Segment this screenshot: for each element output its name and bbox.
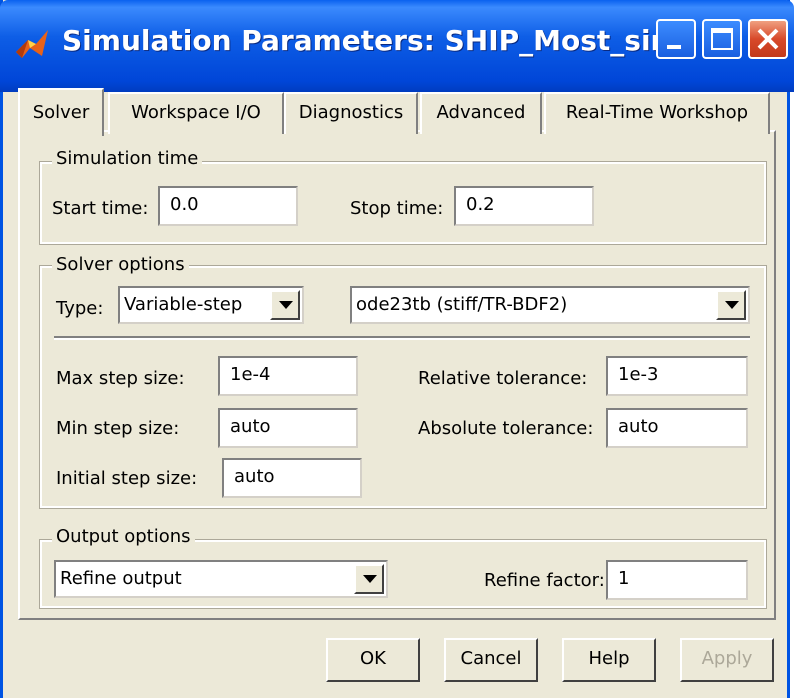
- solver-options-legend: Solver options: [52, 254, 189, 275]
- relative-tolerance-label: Relative tolerance:: [418, 368, 588, 389]
- min-step-label: Min step size:: [56, 418, 180, 439]
- matlab-icon: [16, 30, 48, 58]
- tab-solver[interactable]: Solver: [18, 88, 104, 136]
- maximize-button[interactable]: [702, 19, 742, 59]
- type-label: Type:: [56, 298, 104, 319]
- refine-factor-label: Refine factor:: [484, 570, 605, 591]
- stop-time-label: Stop time:: [350, 198, 444, 219]
- solver-dropdown-button[interactable]: [716, 290, 746, 320]
- window-title: Simulation Parameters: SHIP_Most_sim: [62, 24, 680, 57]
- cancel-button[interactable]: Cancel: [444, 638, 538, 682]
- output-options-value: Refine output: [60, 568, 182, 589]
- title-bar[interactable]: Simulation Parameters: SHIP_Most_sim: [0, 0, 794, 92]
- chevron-down-icon: [279, 301, 293, 309]
- output-options-dropdown-button[interactable]: [354, 564, 384, 594]
- solver-type-value: Variable-step: [124, 294, 243, 315]
- max-step-input[interactable]: 1e-4: [218, 356, 358, 396]
- apply-button[interactable]: Apply: [680, 638, 774, 682]
- minimize-icon: [667, 45, 681, 49]
- solver-select[interactable]: ode23tb (stiff/TR-BDF2): [350, 286, 750, 324]
- solver-type-select[interactable]: Variable-step: [118, 286, 304, 324]
- initial-step-label: Initial step size:: [56, 468, 198, 489]
- help-button[interactable]: Help: [562, 638, 656, 682]
- close-button[interactable]: [748, 19, 788, 59]
- tab-diagnostics[interactable]: Diagnostics: [284, 92, 418, 134]
- output-options-select[interactable]: Refine output: [54, 560, 388, 598]
- initial-step-input[interactable]: auto: [222, 458, 362, 498]
- absolute-tolerance-input[interactable]: auto: [606, 408, 748, 448]
- tab-real-time-workshop[interactable]: Real-Time Workshop: [544, 92, 770, 134]
- tab-advanced[interactable]: Advanced: [420, 92, 542, 134]
- start-time-label: Start time:: [52, 198, 149, 219]
- ok-button[interactable]: OK: [326, 638, 420, 682]
- chevron-down-icon: [363, 575, 377, 583]
- min-step-input[interactable]: auto: [218, 408, 358, 448]
- relative-tolerance-input[interactable]: 1e-3: [606, 356, 748, 396]
- minimize-button[interactable]: [656, 19, 696, 59]
- tab-workspace-io[interactable]: Workspace I/O: [108, 92, 284, 134]
- simulation-time-legend: Simulation time: [52, 148, 203, 169]
- stop-time-input[interactable]: 0.2: [454, 186, 594, 226]
- maximize-icon: [711, 28, 733, 50]
- solver-type-dropdown-button[interactable]: [270, 290, 300, 320]
- solver-value: ode23tb (stiff/TR-BDF2): [356, 294, 568, 315]
- refine-factor-input[interactable]: 1: [606, 560, 748, 600]
- max-step-label: Max step size:: [56, 368, 185, 389]
- solver-options-divider: [54, 336, 750, 340]
- close-icon: [757, 28, 779, 50]
- chevron-down-icon: [725, 301, 739, 309]
- start-time-input[interactable]: 0.0: [158, 186, 298, 226]
- absolute-tolerance-label: Absolute tolerance:: [418, 418, 594, 439]
- output-options-legend: Output options: [52, 526, 195, 547]
